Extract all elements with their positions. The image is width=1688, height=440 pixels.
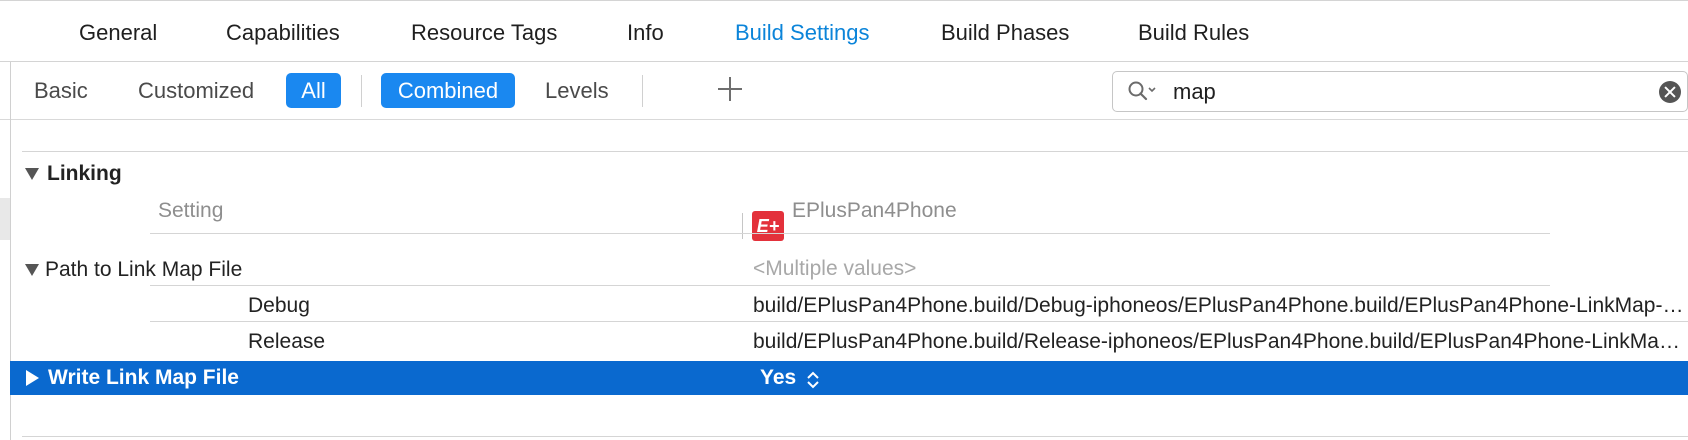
view-levels-button[interactable]: Levels bbox=[545, 73, 609, 108]
tab-capabilities[interactable]: Capabilities bbox=[226, 20, 340, 46]
setting-value-yes[interactable]: Yes bbox=[760, 365, 796, 391]
setting-value-debug[interactable]: build/EPlusPan4Phone.build/Debug-iphoneo… bbox=[753, 293, 1687, 319]
search-icon[interactable] bbox=[1127, 80, 1159, 104]
section-title-linking: Linking bbox=[47, 162, 122, 185]
config-release-label: Release bbox=[248, 330, 326, 353]
tab-resource-tags[interactable]: Resource Tags bbox=[411, 20, 557, 46]
left-gutter-marker bbox=[0, 198, 10, 240]
search-input[interactable] bbox=[1173, 78, 1643, 106]
clear-search-icon[interactable] bbox=[1659, 81, 1681, 103]
filter-all-button[interactable]: All bbox=[286, 73, 341, 108]
filter-divider bbox=[642, 75, 643, 107]
tab-build-settings[interactable]: Build Settings bbox=[735, 20, 870, 46]
tab-build-phases[interactable]: Build Phases bbox=[941, 20, 1069, 46]
tab-info[interactable]: Info bbox=[627, 20, 664, 46]
config-debug-label: Debug bbox=[248, 294, 310, 317]
row-divider bbox=[150, 233, 1550, 234]
triangle-down-icon[interactable] bbox=[25, 264, 39, 276]
add-setting-plus-icon[interactable] bbox=[716, 75, 744, 103]
row-divider bbox=[150, 285, 1550, 286]
column-header-setting: Setting bbox=[158, 199, 224, 222]
search-field[interactable] bbox=[1112, 71, 1688, 112]
setting-path-to-link-map-file[interactable]: Path to Link Map File bbox=[45, 257, 242, 283]
filter-divider bbox=[361, 75, 362, 107]
view-combined-button[interactable]: Combined bbox=[381, 73, 515, 108]
setting-value-release[interactable]: build/EPlusPan4Phone.build/Release-iphon… bbox=[753, 329, 1687, 355]
section-divider bbox=[22, 436, 1688, 437]
stepper-icon[interactable] bbox=[806, 370, 820, 390]
filter-customized-button[interactable]: Customized bbox=[138, 73, 254, 108]
target-app-icon: E+ bbox=[752, 211, 784, 241]
triangle-down-icon[interactable] bbox=[25, 168, 39, 180]
filter-basic-button[interactable]: Basic bbox=[34, 73, 88, 108]
column-divider bbox=[742, 213, 743, 239]
tab-general[interactable]: General bbox=[79, 20, 157, 46]
row-divider bbox=[150, 321, 1688, 322]
setting-write-link-map-file: Write Link Map File bbox=[48, 366, 239, 389]
column-header-target: EPlusPan4Phone bbox=[792, 199, 957, 222]
setting-row-write-link-map-file[interactable]: Write Link Map File Yes bbox=[10, 361, 1688, 395]
settings-filter-bar: Basic Customized All Combined Levels bbox=[0, 62, 1688, 120]
editor-tab-bar: General Capabilities Resource Tags Info … bbox=[0, 0, 1688, 62]
triangle-right-icon[interactable] bbox=[26, 370, 39, 386]
section-divider bbox=[22, 151, 1688, 152]
tab-build-rules[interactable]: Build Rules bbox=[1138, 20, 1249, 46]
setting-value-multiple[interactable]: <Multiple values> bbox=[753, 256, 916, 282]
